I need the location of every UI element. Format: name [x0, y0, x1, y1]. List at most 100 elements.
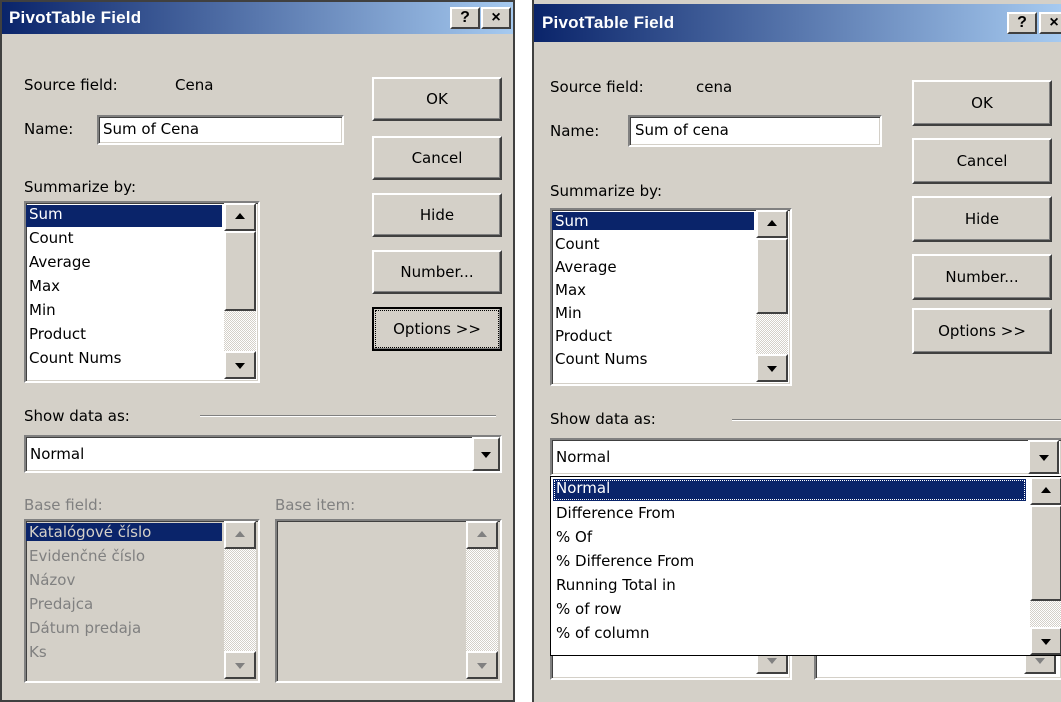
arrow-down-icon — [235, 663, 245, 669]
show-data-as-label: Show data as: — [550, 410, 656, 428]
list-item-max[interactable]: Max — [552, 281, 754, 299]
help-button[interactable]: ? — [450, 7, 480, 29]
scroll-up-button[interactable] — [224, 203, 256, 231]
arrow-up-icon — [1041, 487, 1051, 493]
scroll-thumb[interactable] — [224, 231, 256, 311]
show-data-as-value: Normal — [556, 448, 611, 466]
list-item-count-nums[interactable]: Count Nums — [552, 350, 754, 368]
hide-button[interactable]: Hide — [912, 196, 1052, 242]
options-button[interactable]: Options >> — [912, 308, 1052, 354]
base-item-label: Base item: — [275, 496, 356, 514]
hide-label: Hide — [419, 206, 455, 224]
scroll-down-button[interactable] — [1030, 627, 1061, 655]
list-item-average[interactable]: Average — [552, 258, 754, 276]
name-input-value: Sum of cena — [635, 121, 729, 139]
scroll-thumb[interactable] — [756, 238, 788, 314]
ok-button[interactable]: OK — [912, 80, 1052, 126]
ok-button[interactable]: OK — [372, 77, 502, 121]
name-input-value: Sum of Cena — [103, 120, 200, 138]
list-item-sum[interactable]: Sum — [26, 205, 222, 227]
list-item-count[interactable]: Count — [552, 235, 754, 253]
dropdown-scrollbar[interactable] — [1030, 477, 1061, 655]
number-label: Number... — [945, 268, 1019, 286]
source-field-value: cena — [696, 78, 733, 96]
dropdown-button[interactable] — [1028, 440, 1059, 474]
list-item-product[interactable]: Product — [552, 327, 754, 345]
scroll-down-button — [224, 651, 256, 679]
dropdown-option[interactable]: % Of — [553, 528, 1026, 546]
base-field-list: Katalógové číslo Evidenčné číslo Názov P… — [24, 519, 260, 683]
arrow-up-icon — [767, 220, 777, 226]
scroll-down-button — [466, 651, 498, 679]
show-data-as-dropdown[interactable]: Normal — [24, 435, 502, 473]
hide-button[interactable]: Hide — [372, 193, 502, 237]
list-item-sum[interactable]: Sum — [552, 212, 754, 230]
show-data-as-label: Show data as: — [24, 407, 130, 425]
dropdown-option[interactable]: Running Total in — [553, 576, 1026, 594]
dialog-title: PivotTable Field — [9, 8, 142, 27]
cancel-label: Cancel — [956, 152, 1008, 170]
section-divider — [732, 419, 1061, 421]
scroll-up-button — [224, 521, 256, 549]
help-button[interactable]: ? — [1007, 12, 1037, 34]
show-data-as-dropdown[interactable]: Normal — [550, 438, 1061, 476]
cancel-button[interactable]: Cancel — [372, 136, 502, 180]
list-item-min[interactable]: Min — [26, 301, 222, 319]
cancel-button[interactable]: Cancel — [912, 138, 1052, 184]
close-button[interactable]: × — [1039, 12, 1061, 34]
pivottable-field-dialog-right: PivotTable Field ? × Source field: cena … — [532, 0, 1061, 702]
number-label: Number... — [400, 263, 474, 281]
arrow-up-icon — [235, 213, 245, 219]
dropdown-button[interactable] — [472, 437, 500, 471]
options-label: Options >> — [393, 320, 481, 338]
list-item-base-field: Ks — [29, 643, 47, 661]
name-input[interactable]: Sum of cena — [628, 115, 882, 147]
list-item-min[interactable]: Min — [552, 304, 754, 322]
summarize-scrollbar[interactable] — [756, 210, 788, 382]
source-field-label: Source field: — [24, 76, 118, 94]
name-label: Name: — [550, 122, 600, 140]
summarize-scrollbar[interactable] — [224, 203, 256, 379]
arrow-down-icon — [235, 363, 245, 369]
dialog-title: PivotTable Field — [542, 13, 675, 32]
show-data-as-value: Normal — [30, 445, 85, 463]
dropdown-option[interactable]: % of row — [553, 600, 1026, 618]
arrow-down-icon — [767, 366, 777, 372]
list-item-count-nums[interactable]: Count Nums — [26, 349, 222, 367]
hide-label: Hide — [964, 210, 1000, 228]
summarize-by-list[interactable]: Sum Count Average Max Min Product Count … — [550, 208, 792, 386]
number-button[interactable]: Number... — [372, 250, 502, 294]
base-field-label: Base field: — [24, 496, 103, 514]
dropdown-option[interactable]: % of column — [553, 624, 1026, 642]
close-icon: × — [1049, 14, 1059, 31]
base-item-scrollbar — [466, 521, 498, 679]
dropdown-option-normal[interactable]: Normal — [553, 479, 1026, 501]
list-item-base-field: Katalógové číslo — [26, 523, 222, 541]
number-button[interactable]: Number... — [912, 254, 1052, 300]
name-input[interactable]: Sum of Cena — [97, 115, 344, 145]
dropdown-option[interactable]: % Difference From — [553, 552, 1026, 570]
title-bar[interactable]: PivotTable Field ? × — [534, 4, 1061, 42]
arrow-down-icon — [1035, 658, 1045, 664]
show-data-as-dropdown-list[interactable]: Normal Difference From % Of % Difference… — [550, 476, 1061, 656]
title-bar[interactable]: PivotTable Field ? × — [2, 2, 513, 34]
dropdown-option[interactable]: Difference From — [553, 504, 1026, 522]
summarize-by-list[interactable]: Sum Count Average Max Min Product Count … — [24, 201, 260, 383]
options-button[interactable]: Options >> — [372, 307, 502, 351]
close-button[interactable]: × — [481, 7, 511, 29]
list-item-product[interactable]: Product — [26, 325, 222, 343]
cancel-label: Cancel — [411, 149, 463, 167]
name-label-text: Name: — [24, 120, 74, 138]
list-item-base-field: Dátum predaja — [29, 619, 142, 637]
list-item-max[interactable]: Max — [26, 277, 222, 295]
scroll-thumb[interactable] — [1030, 505, 1061, 601]
chevron-down-icon — [1038, 455, 1049, 461]
scroll-up-button[interactable] — [1030, 477, 1061, 505]
scroll-down-button[interactable] — [756, 354, 788, 382]
scroll-down-button[interactable] — [224, 351, 256, 379]
list-item-average[interactable]: Average — [26, 253, 222, 271]
arrow-down-icon — [767, 658, 777, 664]
list-item-count[interactable]: Count — [26, 229, 222, 247]
summarize-by-label: Summarize by: — [24, 178, 137, 196]
scroll-up-button[interactable] — [756, 210, 788, 238]
